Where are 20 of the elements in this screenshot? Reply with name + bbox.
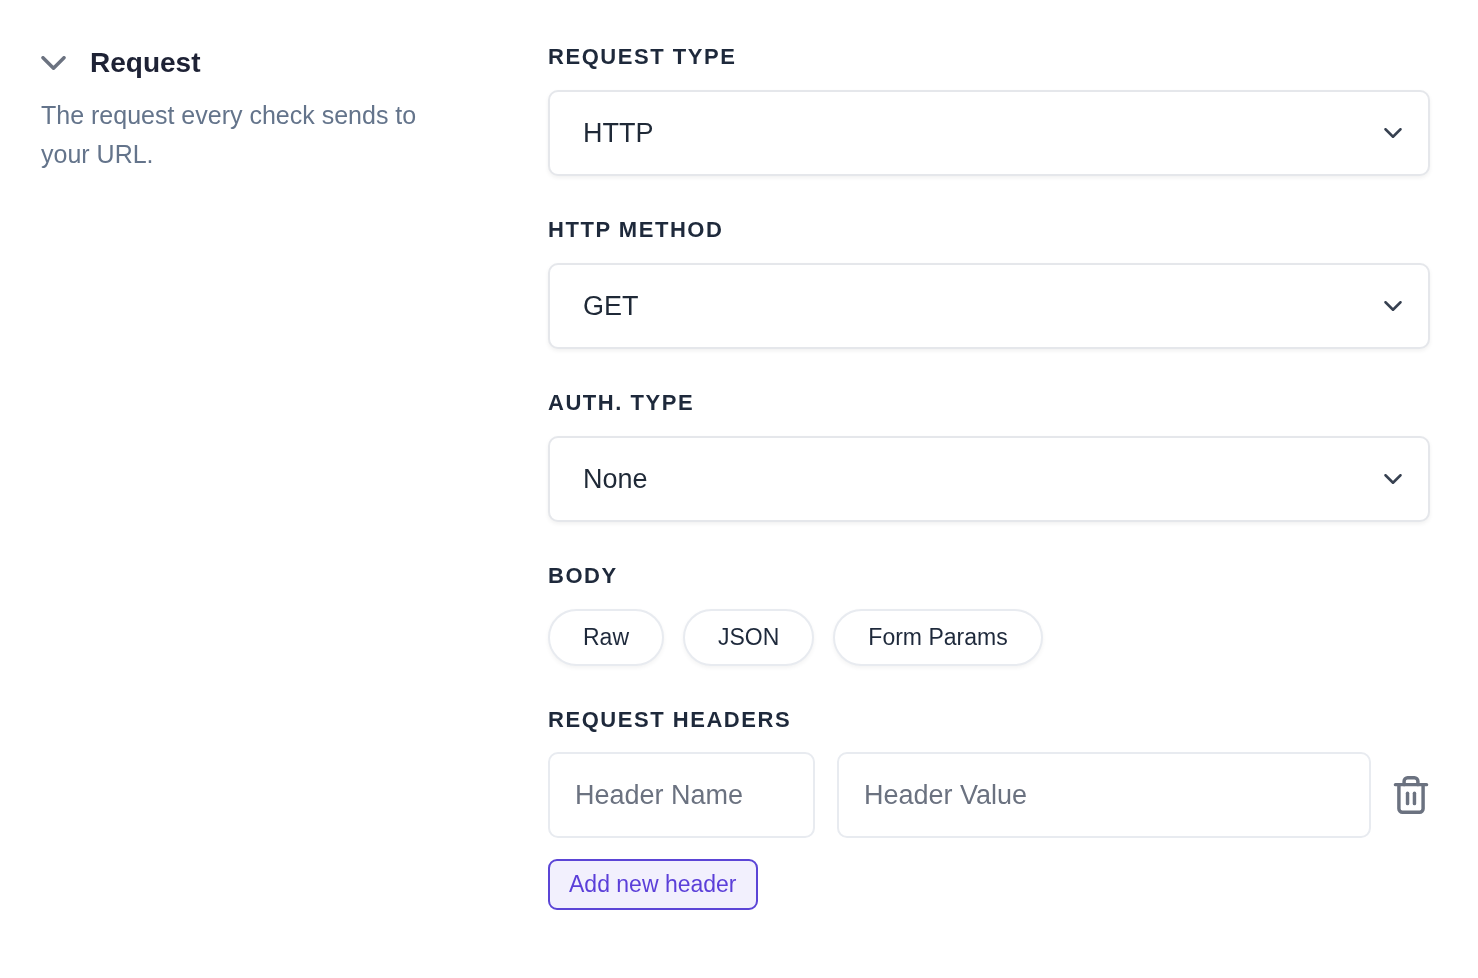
body-type-pill[interactable]: Raw	[548, 609, 664, 666]
field-label: REQUEST HEADERS	[548, 707, 792, 733]
trash-icon[interactable]	[1393, 776, 1429, 814]
field-label: HTTP METHOD	[548, 217, 724, 243]
section-title: Request	[90, 46, 201, 80]
body-type-pill[interactable]: Form Params	[833, 609, 1043, 666]
chevron-down-icon	[1384, 128, 1402, 138]
chevron-down-icon	[1384, 301, 1402, 311]
section-description: The request every check sends to your URL.	[41, 100, 418, 170]
select-dropdown[interactable]: None	[548, 436, 1430, 522]
body-type-pill[interactable]: JSON	[683, 609, 815, 666]
header-value-input[interactable]: Header Value	[837, 752, 1371, 838]
field-label: BODY	[548, 563, 618, 589]
add-header-button[interactable]: Add new header	[548, 859, 758, 910]
field-label: AUTH. TYPE	[548, 390, 695, 416]
header-name-input[interactable]: Header Name	[548, 752, 815, 838]
select-dropdown[interactable]: GET	[548, 263, 1430, 349]
select-dropdown[interactable]: HTTP	[548, 90, 1430, 176]
field-label: REQUEST TYPE	[548, 44, 737, 70]
chevron-down-icon	[1384, 474, 1402, 484]
